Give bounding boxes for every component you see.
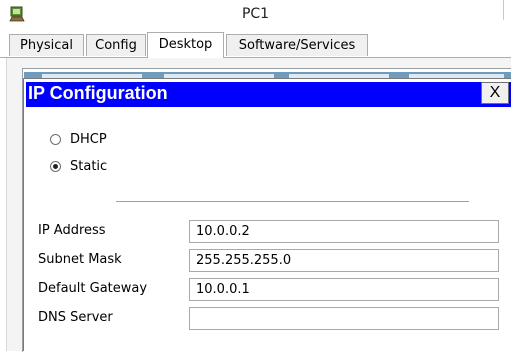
window-titlebar: PC1 — [0, 0, 511, 32]
separator — [116, 201, 469, 202]
subnet-mask-label: Subnet Mask — [38, 252, 122, 267]
ip-configuration-dialog: IP Configuration X DHCP Static IP Addres… — [23, 78, 511, 351]
static-label: Static — [70, 159, 108, 174]
dns-server-input[interactable] — [189, 307, 499, 330]
dialog-titlebar: IP Configuration X — [26, 82, 511, 107]
static-radio[interactable] — [50, 161, 61, 172]
window-edge — [503, 0, 504, 20]
tab-physical[interactable]: Physical — [9, 34, 84, 56]
ip-address-label: IP Address — [38, 223, 106, 238]
window-title: PC1 — [241, 6, 270, 22]
dialog-title: IP Configuration — [28, 83, 168, 103]
radio-selected-dot — [53, 164, 58, 169]
dhcp-radio[interactable] — [50, 134, 61, 145]
tab-software-services[interactable]: Software/Services — [226, 34, 368, 56]
dhcp-label: DHCP — [70, 132, 107, 147]
tab-bar: Physical Config Desktop Software/Service… — [0, 32, 511, 58]
dns-server-label: DNS Server — [38, 310, 113, 325]
default-gateway-input[interactable] — [189, 278, 499, 301]
tab-desktop[interactable]: Desktop — [147, 32, 224, 58]
close-button[interactable]: X — [481, 82, 509, 104]
ip-address-input[interactable] — [189, 220, 499, 243]
tab-config[interactable]: Config — [86, 34, 146, 56]
subnet-mask-input[interactable] — [189, 249, 499, 272]
default-gateway-label: Default Gateway — [38, 281, 148, 296]
